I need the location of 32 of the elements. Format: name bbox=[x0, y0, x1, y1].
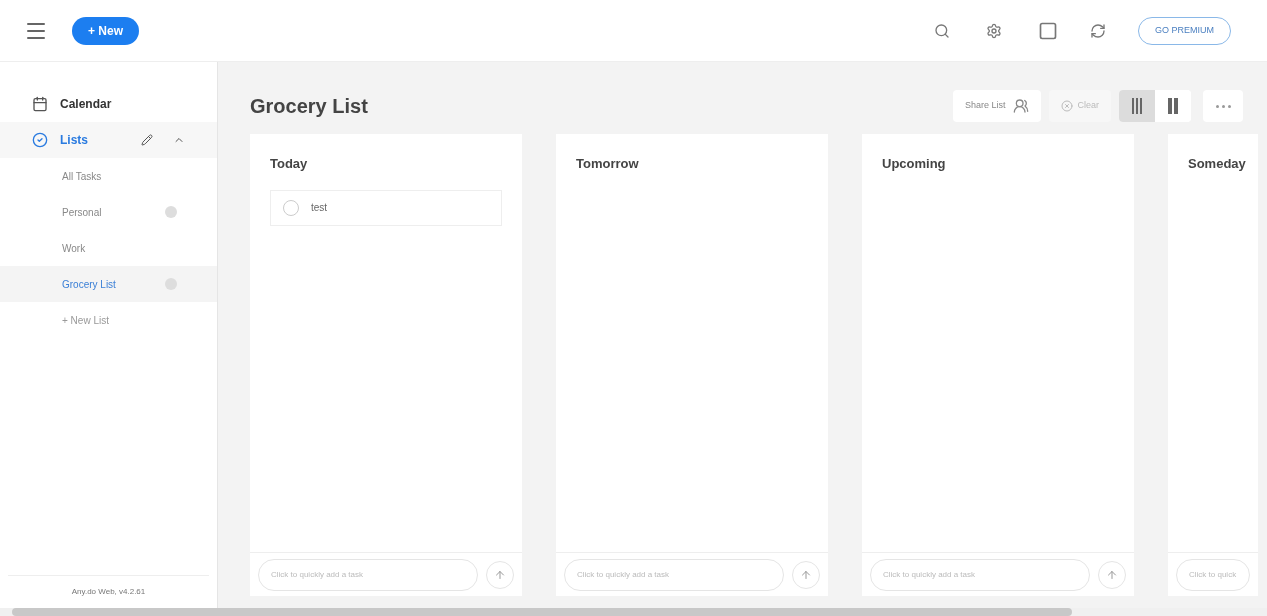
calendar-item[interactable]: Calendar bbox=[0, 86, 217, 122]
square-icon[interactable] bbox=[1038, 20, 1058, 41]
lists-item[interactable]: Lists bbox=[0, 122, 217, 158]
calendar-icon bbox=[32, 96, 48, 112]
three-column-view-button[interactable] bbox=[1119, 90, 1155, 122]
horizontal-scrollbar[interactable] bbox=[0, 608, 1267, 616]
lists-label: Lists bbox=[60, 132, 89, 148]
check-circle-icon bbox=[32, 132, 48, 148]
refresh-icon[interactable] bbox=[1090, 22, 1106, 39]
list-item[interactable]: Personal bbox=[0, 194, 217, 230]
column-title: Tomorrow bbox=[575, 155, 640, 173]
board-title: Grocery List bbox=[250, 94, 369, 119]
list-item[interactable]: All Tasks bbox=[0, 158, 217, 194]
task-label: test bbox=[311, 201, 328, 215]
column-title: Today bbox=[269, 155, 309, 173]
pencil-icon[interactable] bbox=[141, 134, 153, 146]
new-button[interactable]: + New bbox=[72, 16, 139, 45]
settings-icon[interactable] bbox=[986, 22, 1002, 39]
search-icon[interactable] bbox=[934, 22, 950, 39]
arrow-up-icon bbox=[494, 568, 506, 581]
version-label: Any.do Web, v4.2.61 bbox=[70, 586, 147, 598]
people-icon bbox=[1013, 98, 1030, 114]
share-list-button[interactable]: Share List bbox=[952, 90, 1042, 122]
column-title: Upcoming bbox=[881, 155, 947, 173]
task-card[interactable]: test bbox=[270, 189, 502, 226]
list-item[interactable]: Grocery List bbox=[0, 266, 217, 302]
arrow-up-icon bbox=[1106, 568, 1118, 581]
column-title: Someday bbox=[1187, 155, 1247, 173]
new-list-link[interactable]: + New List bbox=[0, 302, 217, 338]
arrow-up-icon bbox=[800, 568, 812, 581]
list-item[interactable]: Work bbox=[0, 230, 217, 266]
close-circle-icon bbox=[1061, 100, 1074, 112]
